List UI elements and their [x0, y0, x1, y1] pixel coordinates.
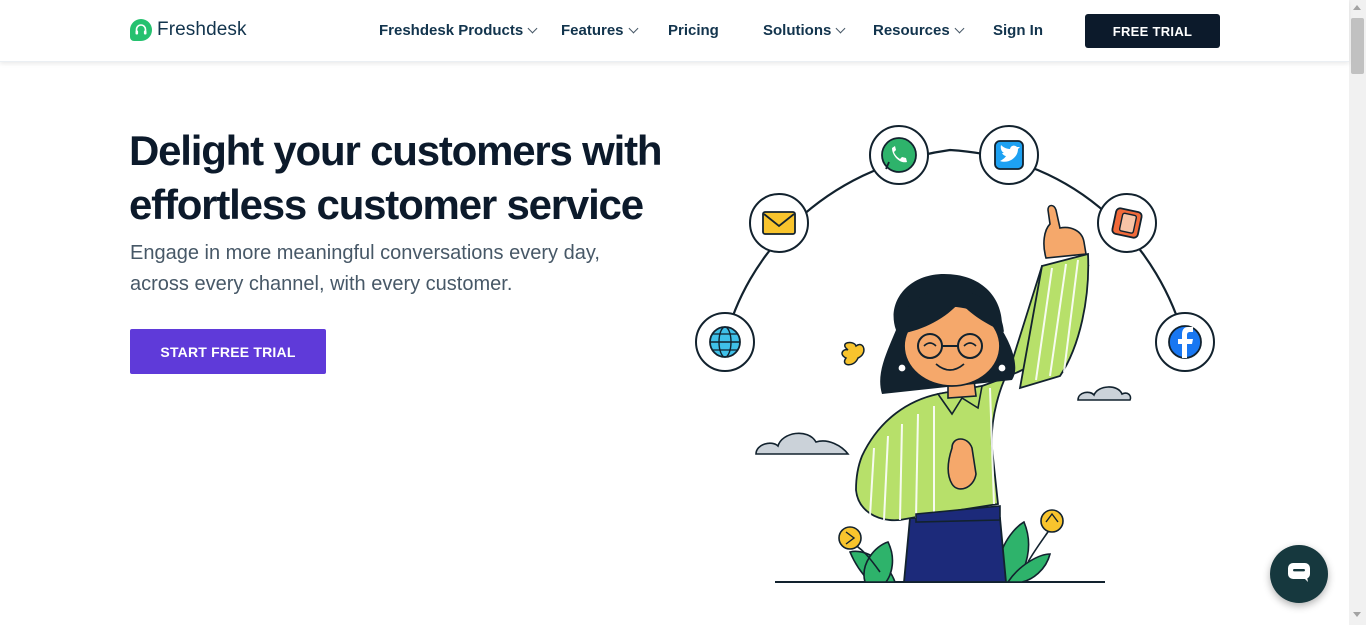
- site-header: Freshdesk Freshdesk Products Features Pr…: [0, 0, 1349, 62]
- logo-text: Freshdesk: [157, 19, 247, 40]
- free-trial-button[interactable]: FREE TRIAL: [1085, 14, 1220, 48]
- chevron-down-icon: [527, 23, 538, 34]
- nav-item-label: Freshdesk Products: [379, 22, 524, 39]
- chevron-down-icon: [835, 23, 846, 34]
- nav-item-label: Pricing: [668, 22, 719, 39]
- globe-icon: [695, 312, 755, 372]
- nav-item-label: Sign In: [993, 22, 1043, 39]
- scroll-up-arrow-icon[interactable]: [1353, 5, 1361, 10]
- chat-widget-button[interactable]: [1270, 545, 1328, 603]
- cloud-left: [755, 432, 850, 455]
- scroll-down-arrow-icon[interactable]: [1353, 612, 1361, 617]
- mobile-icon: [1097, 193, 1157, 253]
- plant-left: [838, 526, 897, 583]
- facebook-icon: [1155, 312, 1215, 372]
- twitter-icon: [979, 125, 1039, 185]
- email-icon: [749, 193, 809, 253]
- cloud-right: [1077, 386, 1132, 401]
- chevron-down-icon: [954, 23, 965, 34]
- whatsapp-icon: [869, 125, 929, 185]
- nav-item-features[interactable]: Features: [561, 22, 638, 39]
- nav-item-label: Resources: [873, 22, 950, 39]
- start-free-trial-button[interactable]: START FREE TRIAL: [130, 329, 326, 374]
- freshdesk-logo[interactable]: Freshdesk: [130, 19, 247, 41]
- butterfly-icon: [841, 341, 865, 366]
- nav-item-freshdesk-products[interactable]: Freshdesk Products: [379, 22, 538, 39]
- nav-item-resources[interactable]: Resources: [873, 22, 965, 39]
- nav-item-sign-in[interactable]: Sign In: [993, 22, 1043, 39]
- hero-illustration: [695, 125, 1215, 583]
- headset-icon: [130, 19, 152, 41]
- nav-item-solutions[interactable]: Solutions: [763, 22, 846, 39]
- nav-item-label: Features: [561, 22, 624, 39]
- chat-icon: [1286, 561, 1312, 588]
- page-scrollbar[interactable]: [1349, 0, 1366, 625]
- nav-item-pricing[interactable]: Pricing: [668, 22, 719, 39]
- hero-subtitle: Engage in more meaningful conversations …: [130, 242, 600, 295]
- hero-title: Delight your customers with effortless c…: [129, 127, 663, 228]
- plant-right: [997, 509, 1064, 583]
- nav-item-label: Solutions: [763, 22, 832, 39]
- chevron-down-icon: [628, 23, 638, 34]
- scroll-thumb[interactable]: [1351, 18, 1364, 74]
